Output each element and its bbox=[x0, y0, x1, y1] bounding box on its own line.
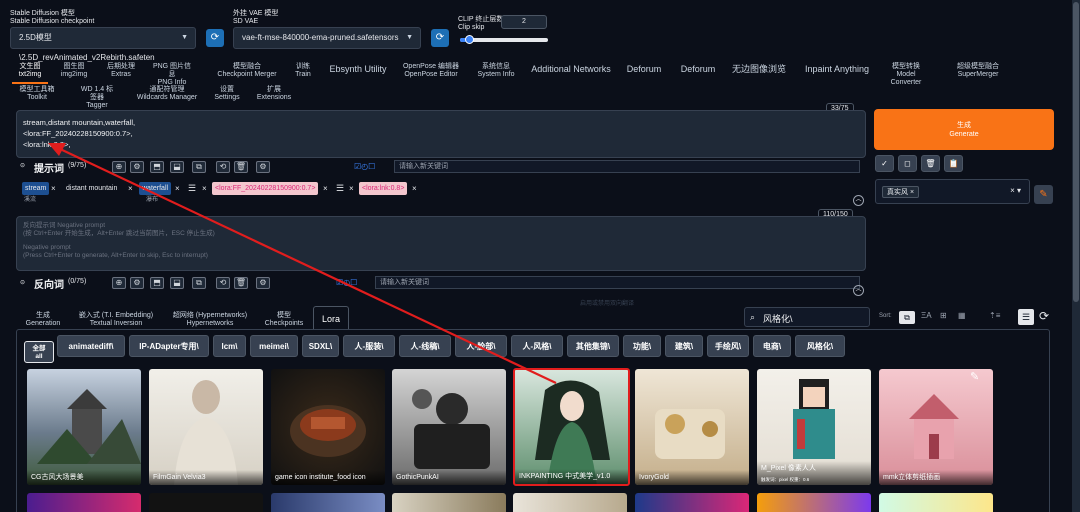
red-arrow-annotation bbox=[48, 143, 557, 384]
